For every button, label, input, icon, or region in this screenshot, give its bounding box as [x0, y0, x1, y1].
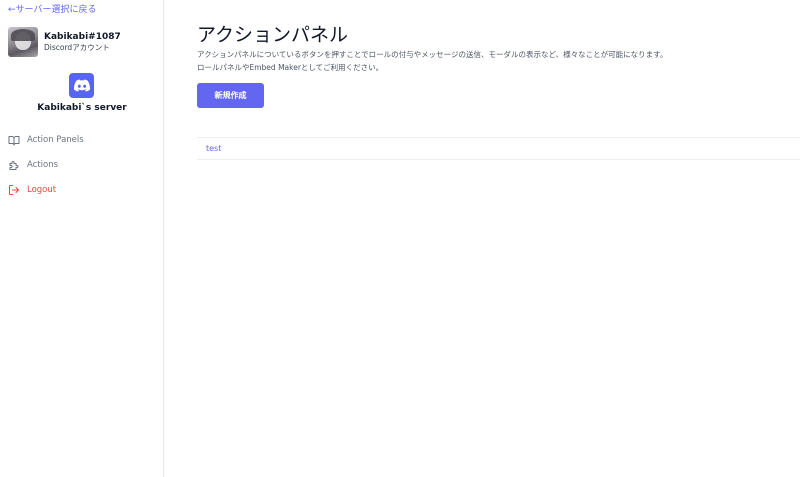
user-card: Kabikabi#1087 Discordアカウント — [8, 27, 158, 57]
server-name: Kabikabi`s server — [37, 103, 127, 113]
sidebar: ←サーバー選択に戻る Kabikabi#1087 Discordアカウント Ka… — [0, 0, 164, 477]
discord-icon — [69, 73, 94, 98]
logout-icon — [8, 184, 20, 196]
user-meta: Kabikabi#1087 Discordアカウント — [44, 32, 121, 53]
page-title: アクションパネル — [197, 24, 349, 46]
sidebar-item-action-panels[interactable]: Action Panels — [8, 132, 158, 148]
panel-list: test — [197, 137, 800, 160]
main-content: アクションパネル アクションパネルについているボタンを押すことでロールの付与やメ… — [164, 0, 800, 477]
list-item[interactable]: test — [197, 138, 800, 159]
sidebar-item-label: Logout — [27, 185, 57, 195]
sidebar-item-label: Actions — [27, 160, 59, 170]
description-line-1: アクションパネルについているボタンを押すことでロールの付与やメッセージの送信、モ… — [197, 50, 668, 59]
puzzle-icon — [8, 159, 20, 171]
app-window: ←サーバー選択に戻る Kabikabi#1087 Discordアカウント Ka… — [0, 0, 800, 477]
panel-name: test — [206, 144, 222, 153]
back-to-server-select-link[interactable]: ←サーバー選択に戻る — [8, 2, 96, 15]
book-icon — [8, 134, 20, 146]
page-description: アクションパネルについているボタンを押すことでロールの付与やメッセージの送信、モ… — [197, 49, 667, 74]
sidebar-item-actions[interactable]: Actions — [8, 157, 158, 173]
user-account-type: Discordアカウント — [44, 42, 110, 52]
avatar — [8, 27, 38, 57]
user-name: Kabikabi#1087 — [44, 31, 121, 42]
description-line-2: ロールパネルやEmbed Makerとしてご利用ください。 — [197, 62, 384, 72]
sidebar-item-logout[interactable]: Logout — [8, 182, 158, 198]
sidebar-item-label: Action Panels — [27, 135, 84, 145]
new-panel-button[interactable]: 新規作成 — [197, 83, 264, 108]
sidebar-nav: Action Panels Actions Logout — [8, 132, 158, 207]
